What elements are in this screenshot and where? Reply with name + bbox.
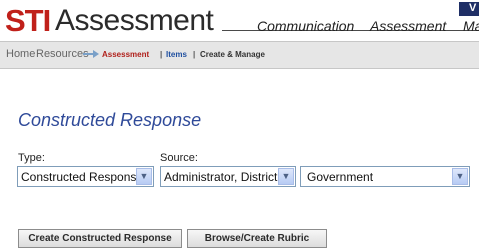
logo-assessment: Assessment bbox=[55, 4, 214, 37]
nav-communication[interactable]: Communication bbox=[257, 18, 354, 34]
chevron-down-icon[interactable]: ▼ bbox=[278, 168, 294, 185]
nav-more[interactable]: Ma bbox=[463, 18, 479, 34]
logo-sti: STI bbox=[5, 3, 51, 38]
chevron-down-icon[interactable]: ▼ bbox=[136, 168, 152, 185]
nav-corner-tab[interactable]: V bbox=[459, 2, 479, 16]
nav-assessment[interactable]: Assessment bbox=[370, 18, 446, 34]
source-select-value: Administrator, District bbox=[164, 170, 278, 184]
type-label: Type: bbox=[18, 152, 45, 164]
source-select[interactable]: Administrator, District ▼ bbox=[160, 166, 296, 187]
breadcrumb-separator: | bbox=[160, 50, 163, 59]
create-constructed-response-button[interactable]: Create Constructed Response bbox=[18, 229, 182, 248]
breadcrumb-items[interactable]: Items bbox=[166, 49, 187, 61]
type-select[interactable]: Constructed Response ▼ bbox=[17, 166, 154, 187]
nav-corner-label: V bbox=[469, 2, 477, 14]
breadcrumb-create-manage: Create & Manage bbox=[200, 50, 265, 59]
subject-select[interactable]: Government ▼ bbox=[300, 166, 470, 187]
breadcrumb-separator: | bbox=[193, 50, 196, 59]
subject-select-value: Government bbox=[307, 170, 374, 184]
arrow-right-icon bbox=[83, 50, 99, 58]
breadcrumb-resources[interactable]: Resources bbox=[36, 48, 89, 60]
source-label: Source: bbox=[160, 152, 198, 164]
browse-create-rubric-button[interactable]: Browse/Create Rubric bbox=[187, 229, 327, 248]
chevron-down-icon[interactable]: ▼ bbox=[452, 168, 468, 185]
page-title: Constructed Response bbox=[18, 110, 202, 130]
breadcrumb-assessment[interactable]: Assessment bbox=[102, 49, 149, 61]
type-select-value: Constructed Response bbox=[21, 170, 144, 184]
breadcrumb-home[interactable]: Home bbox=[6, 48, 35, 60]
